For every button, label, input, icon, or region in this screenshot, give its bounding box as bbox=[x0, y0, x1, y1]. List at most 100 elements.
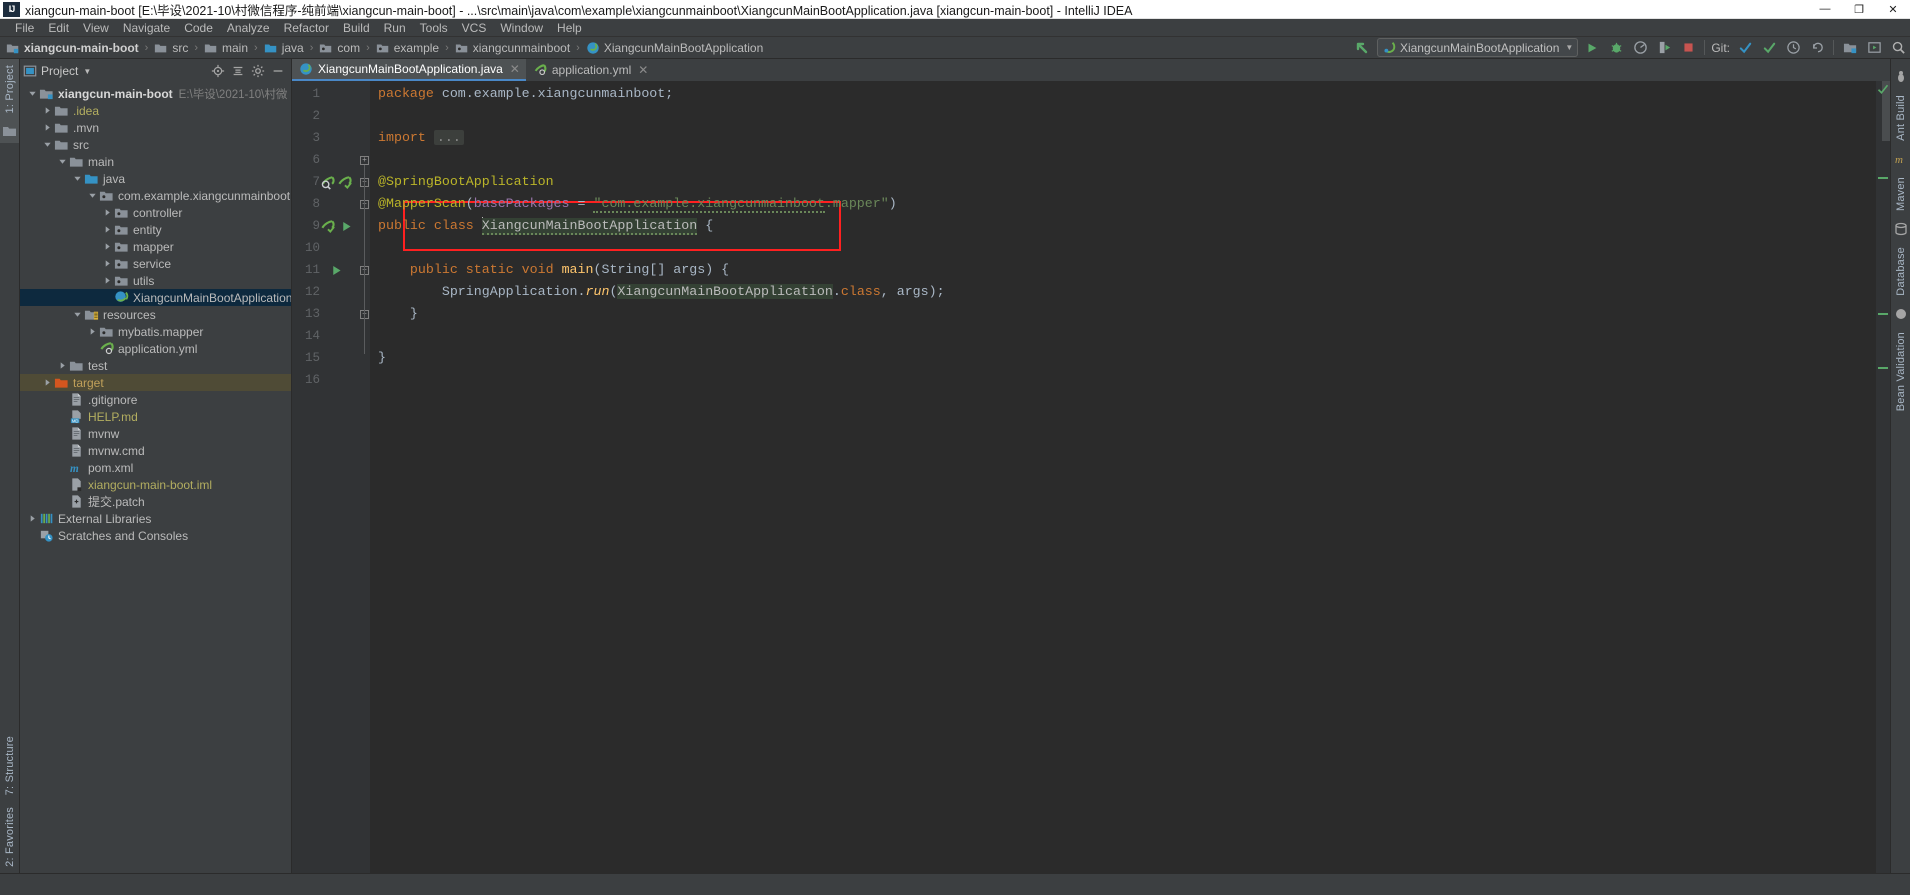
sidebar-tab-structure[interactable]: 7: Structure bbox=[0, 730, 19, 801]
tree-node-entity[interactable]: entity bbox=[20, 221, 291, 238]
close-icon[interactable]: ✕ bbox=[638, 64, 648, 76]
tree-node-xiangcun-main-boot-iml[interactable]: xiangcun-main-boot.iml bbox=[20, 476, 291, 493]
minimize-button[interactable]: — bbox=[1808, 0, 1842, 19]
tree-node-mybatis-mapper[interactable]: mybatis.mapper bbox=[20, 323, 291, 340]
bean-inspection-icon[interactable] bbox=[320, 175, 335, 194]
tree-node-external-libraries[interactable]: External Libraries bbox=[20, 510, 291, 527]
spring-bean-icon[interactable] bbox=[320, 219, 335, 238]
breadcrumb-item-example[interactable]: example bbox=[374, 41, 441, 55]
tree-node-service[interactable]: service bbox=[20, 255, 291, 272]
chevron-right-icon[interactable] bbox=[101, 257, 114, 270]
menu-item-view[interactable]: View bbox=[76, 20, 116, 36]
menu-item-refactor[interactable]: Refactor bbox=[277, 20, 336, 36]
menu-item-help[interactable]: Help bbox=[550, 20, 589, 36]
tree-node-xiangcunmainbootapplication[interactable]: XiangcunMainBootApplication bbox=[20, 289, 291, 306]
menu-item-run[interactable]: Run bbox=[377, 20, 413, 36]
tree-node-mvn[interactable]: .mvn bbox=[20, 119, 291, 136]
chevron-right-icon[interactable] bbox=[86, 325, 99, 338]
tree-node-java[interactable]: java bbox=[20, 170, 291, 187]
tree-node-controller[interactable]: controller bbox=[20, 204, 291, 221]
locate-file-icon[interactable] bbox=[208, 61, 228, 81]
coverage-icon[interactable] bbox=[1652, 37, 1676, 59]
sidebar-tab-favorites[interactable]: 2: Favorites bbox=[0, 801, 19, 873]
chevron-right-icon[interactable] bbox=[101, 274, 114, 287]
error-stripe-mark[interactable] bbox=[1878, 177, 1888, 179]
chevron-right-icon[interactable] bbox=[101, 240, 114, 253]
settings-gear-icon[interactable] bbox=[248, 61, 268, 81]
chevron-down-icon[interactable] bbox=[56, 155, 69, 168]
run-gutter-icon[interactable] bbox=[330, 264, 343, 281]
tree-node-gitignore[interactable]: .gitignore bbox=[20, 391, 291, 408]
collapse-all-icon[interactable] bbox=[228, 61, 248, 81]
profiler-icon[interactable] bbox=[1628, 37, 1652, 59]
sidebar-tab-maven[interactable]: m Maven bbox=[1893, 147, 1909, 217]
hide-icon[interactable] bbox=[268, 61, 288, 81]
menu-item-code[interactable]: Code bbox=[177, 20, 220, 36]
tree-node-main[interactable]: main bbox=[20, 153, 291, 170]
chevron-down-icon[interactable] bbox=[26, 87, 39, 100]
close-icon[interactable]: ✕ bbox=[510, 63, 520, 75]
search-everywhere-icon[interactable] bbox=[1886, 37, 1910, 59]
git-update-icon[interactable] bbox=[1733, 37, 1757, 59]
tree-node-mvnw[interactable]: mvnw bbox=[20, 425, 291, 442]
sidebar-tab-ant-build[interactable]: Ant Build bbox=[1893, 65, 1909, 147]
menu-item-edit[interactable]: Edit bbox=[41, 20, 76, 36]
tree-node-mvnw-cmd[interactable]: mvnw.cmd bbox=[20, 442, 291, 459]
spring-bean-icon[interactable] bbox=[337, 175, 352, 194]
menu-item-build[interactable]: Build bbox=[336, 20, 377, 36]
chevron-right-icon[interactable] bbox=[41, 104, 54, 117]
sidebar-tab-database[interactable]: Database bbox=[1893, 217, 1909, 302]
editor-gutter[interactable]: 123678910111213141516+−−−− bbox=[292, 81, 370, 873]
menu-item-navigate[interactable]: Navigate bbox=[116, 20, 177, 36]
git-rollback-icon[interactable] bbox=[1805, 37, 1829, 59]
git-commit-icon[interactable] bbox=[1757, 37, 1781, 59]
tree-node-pom-xml[interactable]: m pom.xml bbox=[20, 459, 291, 476]
inspection-ok-icon[interactable] bbox=[1877, 83, 1889, 98]
project-structure-icon[interactable] bbox=[1838, 37, 1862, 59]
menu-item-file[interactable]: File bbox=[8, 20, 41, 36]
breadcrumb-item-class[interactable]: XiangcunMainBootApplication bbox=[584, 41, 765, 55]
tree-node-test[interactable]: test bbox=[20, 357, 291, 374]
run-gutter-icon[interactable] bbox=[340, 220, 353, 237]
chevron-right-icon[interactable] bbox=[41, 376, 54, 389]
fold-expand-icon[interactable]: + bbox=[360, 156, 369, 165]
tree-node-scratches-and-consoles[interactable]: Scratches and Consoles bbox=[20, 527, 291, 544]
breadcrumb-item-project[interactable]: xiangcun-main-boot bbox=[4, 41, 141, 55]
stop-icon[interactable] bbox=[1676, 37, 1700, 59]
project-tree[interactable]: xiangcun-main-boot E:\毕设\2021-10\村微信程序-纯前… bbox=[20, 83, 291, 873]
chevron-right-icon[interactable] bbox=[101, 223, 114, 236]
tree-node-resources[interactable]: resources bbox=[20, 306, 291, 323]
tree-node-target[interactable]: target bbox=[20, 374, 291, 391]
maximize-button[interactable]: ❐ bbox=[1842, 0, 1876, 19]
tree-node-mapper[interactable]: mapper bbox=[20, 238, 291, 255]
chevron-right-icon[interactable] bbox=[56, 359, 69, 372]
tab-application-yml[interactable]: application.yml ✕ bbox=[525, 59, 655, 81]
breadcrumb-item-src[interactable]: src bbox=[152, 41, 190, 55]
sidebar-tab-project[interactable]: 1: Project bbox=[0, 59, 19, 144]
close-button[interactable]: ✕ bbox=[1876, 0, 1910, 19]
code-area[interactable]: package com.example.xiangcunmainboot; imp… bbox=[370, 81, 1876, 873]
chevron-down-icon[interactable] bbox=[71, 172, 84, 185]
breadcrumb-item-main[interactable]: main bbox=[202, 41, 250, 55]
chevron-down-icon[interactable]: ▼ bbox=[83, 67, 91, 76]
tree-node-com-example-xiangcunmainboot[interactable]: com.example.xiangcunmainboot bbox=[20, 187, 291, 204]
tree-node-utils[interactable]: utils bbox=[20, 272, 291, 289]
git-history-icon[interactable] bbox=[1781, 37, 1805, 59]
error-stripe-mark[interactable] bbox=[1878, 367, 1888, 369]
menu-item-vcs[interactable]: VCS bbox=[455, 20, 494, 36]
tree-node-xiangcun-main-boot[interactable]: xiangcun-main-boot E:\毕设\2021-10\村微信程序-纯前… bbox=[20, 85, 291, 102]
tree-node-src[interactable]: src bbox=[20, 136, 291, 153]
menu-item-tools[interactable]: Tools bbox=[413, 20, 455, 36]
sidebar-tab-bean-validation[interactable]: Bean Validation bbox=[1893, 302, 1909, 417]
avd-manager-icon[interactable] bbox=[1862, 37, 1886, 59]
chevron-down-icon[interactable] bbox=[71, 308, 84, 321]
chevron-down-icon[interactable] bbox=[86, 189, 99, 202]
chevron-right-icon[interactable] bbox=[26, 512, 39, 525]
debug-icon[interactable] bbox=[1604, 37, 1628, 59]
run-configuration-selector[interactable]: XiangcunMainBootApplication ▼ bbox=[1376, 38, 1579, 57]
tree-node-application-yml[interactable]: application.yml bbox=[20, 340, 291, 357]
breadcrumb-item-xiangcunmainboot[interactable]: xiangcunmainboot bbox=[453, 41, 572, 55]
error-stripe-mark[interactable] bbox=[1878, 313, 1888, 315]
tab-xiangcunmainbootapplication-java[interactable]: XiangcunMainBootApplication.java ✕ bbox=[292, 59, 526, 81]
chevron-right-icon[interactable] bbox=[41, 121, 54, 134]
